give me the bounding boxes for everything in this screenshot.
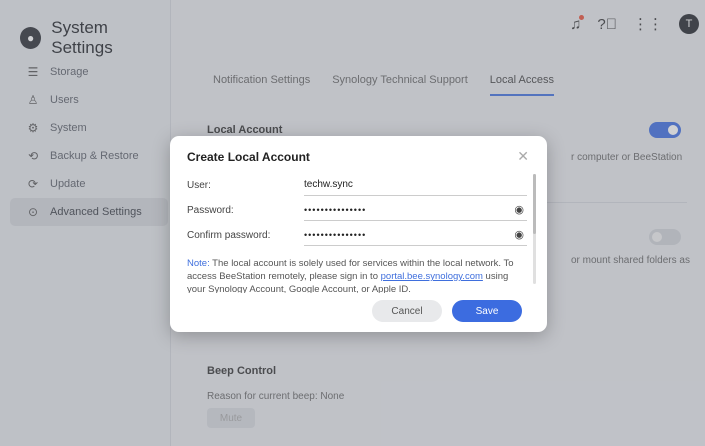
confirm-password-row: Confirm password: ••••••••••••••• ◉ [187,224,527,246]
app-window: ● System Settings ☰ Storage ♙ Users ⚙ System ⟲… [0,0,705,446]
note-label: Note: [187,258,210,269]
confirm-password-label: Confirm password: [187,229,271,241]
user-input[interactable]: techw.sync [304,175,527,196]
cancel-button[interactable]: Cancel [372,300,442,322]
eye-icon[interactable]: ◉ [514,203,525,216]
confirm-password-input[interactable]: ••••••••••••••• ◉ [304,225,527,246]
confirm-password-value: ••••••••••••••• [304,229,367,240]
portal-link[interactable]: portal.bee.synology.com [381,271,483,282]
dialog-title: Create Local Account [187,150,310,164]
password-label: Password: [187,204,234,216]
create-local-account-dialog: Create Local Account ✕ User: techw.sync … [170,136,547,332]
eye-icon[interactable]: ◉ [514,228,525,241]
scroll-thumb[interactable] [533,174,536,234]
password-input[interactable]: ••••••••••••••• ◉ [304,200,527,221]
save-button[interactable]: Save [452,300,522,322]
password-value: ••••••••••••••• [304,204,367,215]
user-row: User: techw.sync [187,174,527,196]
user-label: User: [187,179,211,191]
password-row: Password: ••••••••••••••• ◉ [187,199,527,221]
dialog-scrollbar[interactable] [533,174,536,284]
close-icon[interactable]: ✕ [517,148,529,165]
note-text: Note: The local account is solely used f… [187,257,517,293]
